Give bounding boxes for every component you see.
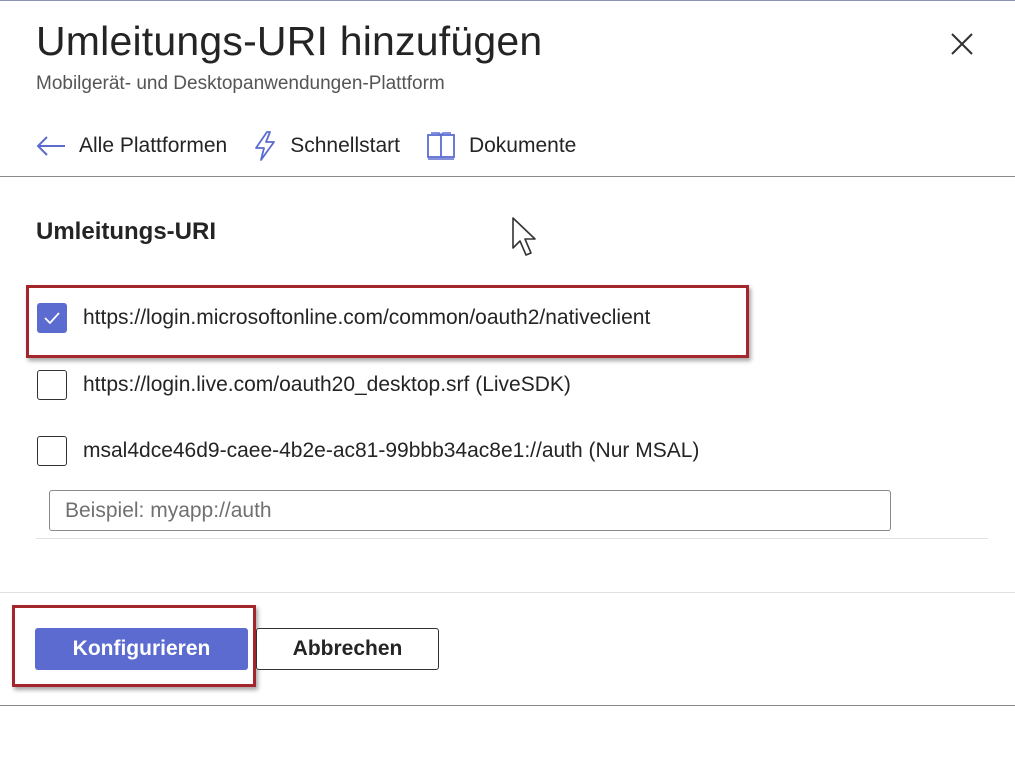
nav-label: Schnellstart: [290, 134, 400, 157]
checkmark-icon: [44, 312, 60, 325]
cancel-button[interactable]: Abbrechen: [256, 628, 439, 670]
checkbox-checked[interactable]: [37, 303, 67, 333]
close-icon: [951, 33, 973, 55]
option-label: msal4dce46d9-caee-4b2e-ac81-99bbb34ac8e1…: [83, 439, 700, 462]
redirect-option-nativeclient[interactable]: https://login.microsoftonline.com/common…: [37, 302, 650, 334]
lightning-icon: [255, 131, 276, 161]
nav-quickstart[interactable]: Schnellstart: [253, 130, 400, 162]
mouse-cursor-icon: [512, 217, 536, 256]
page-title: Umleitungs-URI hinzufügen: [36, 18, 543, 64]
redirect-option-livesdk[interactable]: https://login.live.com/oauth20_desktop.s…: [37, 369, 571, 401]
footer-bottom-divider: [0, 705, 1015, 706]
nav-documents[interactable]: Dokumente: [426, 131, 576, 161]
nav-label: Dokumente: [468, 134, 577, 157]
book-icon: [427, 132, 455, 160]
arrow-left-icon: [36, 136, 65, 156]
section-divider: [36, 538, 988, 539]
page-subtitle: Mobilgerät- und Desktopanwendungen-Platt…: [36, 73, 445, 94]
section-title: Umleitungs-URI: [36, 218, 216, 245]
close-button[interactable]: [946, 28, 978, 60]
option-label: https://login.microsoftonline.com/common…: [83, 306, 651, 329]
nav-all-platforms[interactable]: Alle Plattformen: [36, 134, 227, 158]
panel-nav: Alle Plattformen Schnellstart Dokumente: [36, 126, 602, 166]
header-divider: [0, 176, 1015, 177]
custom-redirect-uri-input[interactable]: [49, 490, 891, 531]
footer-top-divider: [0, 592, 1015, 593]
checkbox-unchecked[interactable]: [37, 370, 67, 400]
nav-label: Alle Plattformen: [79, 134, 228, 157]
configure-button[interactable]: Konfigurieren: [35, 628, 248, 670]
checkbox-unchecked[interactable]: [37, 436, 67, 466]
top-border: [0, 0, 1015, 1]
option-label: https://login.live.com/oauth20_desktop.s…: [83, 373, 571, 396]
add-redirect-uri-panel: Umleitungs-URI hinzufügen Mobilgerät- un…: [0, 0, 1015, 760]
redirect-option-msal[interactable]: msal4dce46d9-caee-4b2e-ac81-99bbb34ac8e1…: [37, 435, 699, 467]
